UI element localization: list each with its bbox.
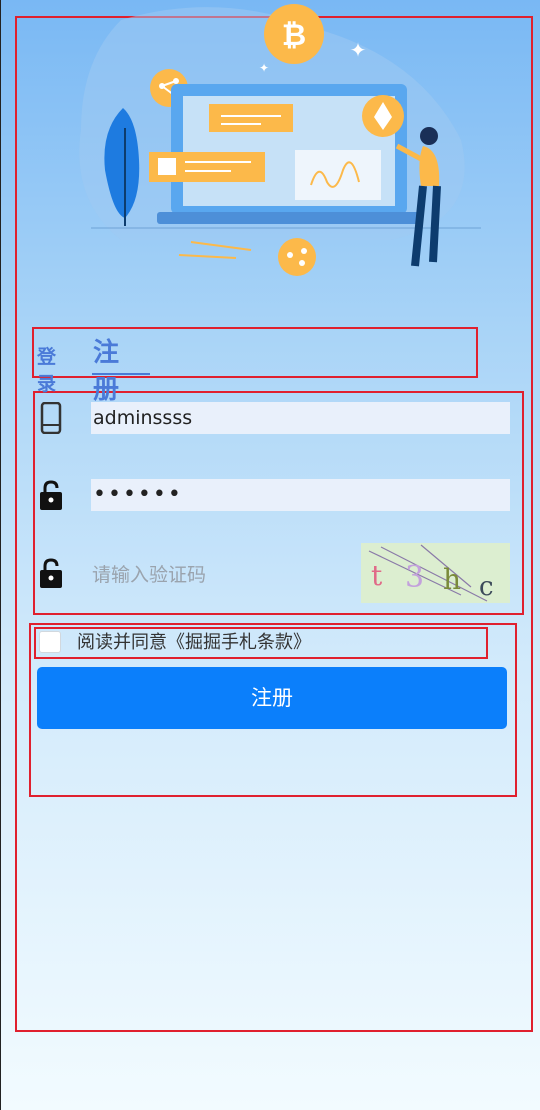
captcha-char: t (371, 559, 383, 592)
register-button[interactable]: 注册 (37, 667, 507, 729)
agreement-checkbox[interactable] (39, 631, 61, 653)
active-tab-underline (92, 373, 150, 375)
hero-illustration: ₿ ✦ ✦ (79, 4, 481, 276)
captcha-image[interactable]: t 3 h c (361, 543, 510, 603)
bitcoin-icon: ₿ (264, 4, 324, 64)
svg-text:✦: ✦ (350, 38, 367, 62)
phone-icon (40, 402, 62, 434)
tab-register[interactable]: 注册 (93, 332, 119, 406)
lock-icon (40, 480, 62, 510)
ethereum-icon (362, 95, 404, 137)
tab-login[interactable]: 登录 (37, 342, 56, 396)
svg-text:✦: ✦ (259, 61, 269, 75)
captcha-char: c (479, 572, 494, 602)
captcha-char: h (443, 563, 461, 596)
agreement-text[interactable]: 阅读并同意《掘掘手札条款》 (77, 628, 311, 654)
svg-text:₿: ₿ (282, 18, 306, 53)
phone-input[interactable]: adminssss (91, 402, 510, 434)
lock-icon (40, 558, 62, 588)
password-input[interactable]: •••••• (91, 479, 510, 511)
captcha-input[interactable]: 请输入验证码 (91, 559, 341, 591)
share-coin-icon (278, 238, 316, 276)
captcha-char: 3 (405, 560, 424, 595)
